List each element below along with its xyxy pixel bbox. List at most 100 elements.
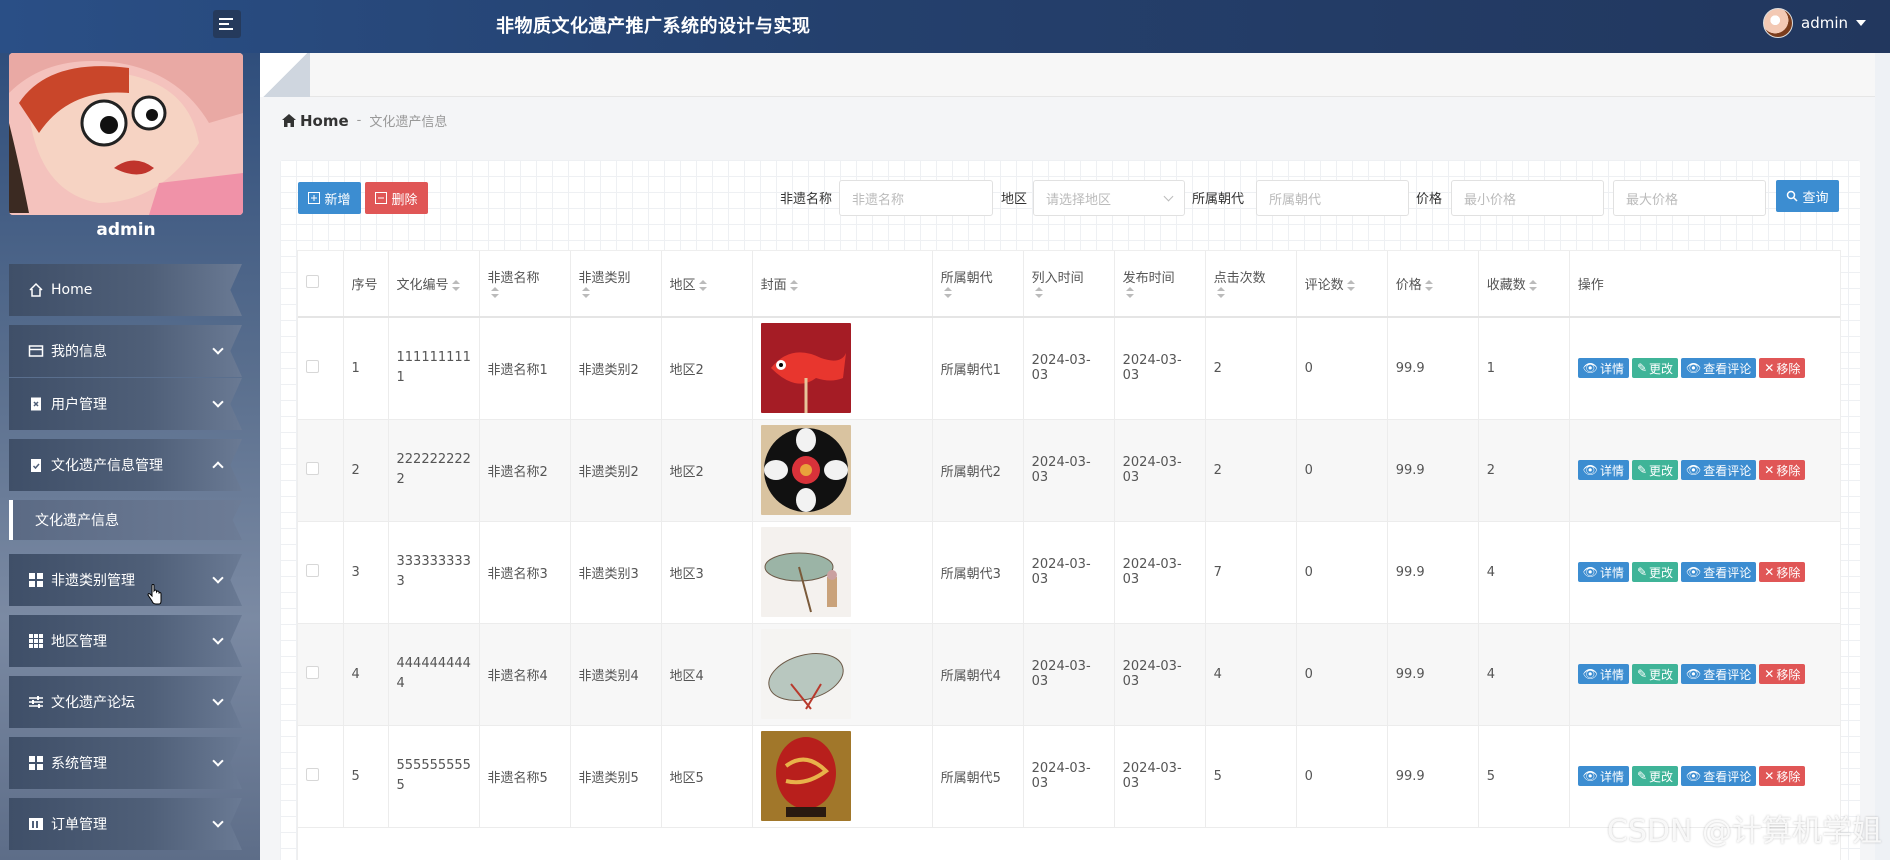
edit-button[interactable]: ✎ 更改 xyxy=(1631,766,1679,786)
breadcrumb-home[interactable]: Home xyxy=(282,112,349,130)
sort-icon[interactable] xyxy=(581,287,590,299)
sidebar-item-user-management[interactable]: 用户管理 xyxy=(9,378,242,430)
cell-dynasty: 所属朝代4 xyxy=(932,623,1024,726)
view-comments-button[interactable]: 👁 查看评论 xyxy=(1681,358,1757,379)
remove-button[interactable]: ✕ 移除 xyxy=(1759,460,1806,480)
view-comments-button[interactable]: 👁 查看评论 xyxy=(1681,766,1757,786)
cell-name: 非遗名称1 xyxy=(479,317,571,420)
sidebar-item-forum[interactable]: 文化遗产论坛 xyxy=(9,676,242,728)
name-filter-input[interactable]: 非遗名称 xyxy=(839,180,993,216)
col-favorites[interactable]: 收藏数 xyxy=(1478,251,1570,318)
sort-icon[interactable] xyxy=(943,287,952,299)
edit-button[interactable]: ✎ 更改 xyxy=(1631,358,1679,379)
home-icon xyxy=(282,114,296,127)
sort-icon[interactable] xyxy=(1346,279,1355,292)
edit-button[interactable]: ✎ 更改 xyxy=(1631,460,1679,480)
remove-button[interactable]: ✕ 移除 xyxy=(1759,358,1806,379)
cell-comments: 0 xyxy=(1296,521,1388,624)
eye-icon: 👁 xyxy=(1582,565,1598,579)
detail-button[interactable]: 👁 详情 xyxy=(1577,562,1629,582)
view-comments-button[interactable]: 👁 查看评论 xyxy=(1681,460,1757,480)
row-checkbox[interactable] xyxy=(306,461,319,475)
cell-region: 地区3 xyxy=(661,521,753,624)
search-toolbar: 新增 删除 非遗名称 非遗名称 地区 请选择地区 所属朝代 所属朝代 价格 最小… xyxy=(298,180,1848,216)
add-button[interactable]: 新增 xyxy=(298,182,361,214)
sidebar-subitem-label: 文化遗产信息 xyxy=(35,513,119,529)
cell-index: 4 xyxy=(343,623,389,726)
sort-icon[interactable] xyxy=(451,279,460,292)
max-price-input[interactable]: 最大价格 xyxy=(1613,180,1766,216)
mouse-cursor-icon xyxy=(147,584,163,610)
sort-icon[interactable] xyxy=(490,287,499,299)
remove-button[interactable]: ✕ 移除 xyxy=(1759,562,1806,582)
col-published[interactable]: 发布时间 xyxy=(1114,251,1206,318)
sort-icon[interactable] xyxy=(1034,287,1043,299)
cover-image xyxy=(760,731,851,821)
sort-icon[interactable] xyxy=(1216,287,1225,299)
col-name[interactable]: 非遗名称 xyxy=(479,251,571,318)
cell-favorites: 2 xyxy=(1478,419,1570,522)
remove-button[interactable]: ✕ 移除 xyxy=(1759,664,1806,684)
region-select[interactable]: 请选择地区 xyxy=(1033,180,1185,216)
col-comments[interactable]: 评论数 xyxy=(1296,251,1388,318)
sidebar-subitem-heritage-info[interactable]: 文化遗产信息 xyxy=(9,500,242,540)
col-listed[interactable]: 列入时间 xyxy=(1023,251,1115,318)
cell-clicks: 2 xyxy=(1205,419,1297,522)
eye-icon: 👁 xyxy=(1686,769,1702,783)
remove-button[interactable]: ✕ 移除 xyxy=(1759,766,1806,786)
user-menu[interactable]: admin xyxy=(1763,8,1866,38)
sort-icon[interactable] xyxy=(1424,279,1433,292)
sort-icon[interactable] xyxy=(1528,279,1537,292)
col-clicks[interactable]: 点击次数 xyxy=(1205,251,1297,318)
delete-button[interactable]: 删除 xyxy=(365,182,428,214)
detail-button[interactable]: 👁 详情 xyxy=(1577,766,1629,786)
menu-toggle-icon[interactable] xyxy=(213,10,241,38)
sort-icon[interactable] xyxy=(1125,287,1134,299)
cell-published: 2024-03-03 xyxy=(1114,317,1206,420)
sidebar: admin Home 我的信息 用户管理 文化遗产信息管理 文化遗产信息 非遗类… xyxy=(0,53,260,860)
cell-comments: 0 xyxy=(1296,725,1388,828)
row-select-cell xyxy=(298,419,344,522)
chevron-down-icon xyxy=(212,694,224,706)
dynasty-filter-input[interactable]: 所属朝代 xyxy=(1256,180,1409,216)
min-price-input[interactable]: 最小价格 xyxy=(1451,180,1604,216)
col-region[interactable]: 地区 xyxy=(661,251,753,318)
sidebar-item-region-management[interactable]: 地区管理 xyxy=(9,615,242,667)
cell-name: 非遗名称4 xyxy=(479,623,571,726)
sidebar-item-system-management[interactable]: 系统管理 xyxy=(9,737,242,789)
row-checkbox[interactable] xyxy=(306,563,319,577)
sidebar-item-home[interactable]: Home xyxy=(9,264,242,316)
sort-icon[interactable] xyxy=(789,279,798,292)
col-code[interactable]: 文化编号 xyxy=(388,251,480,318)
sort-icon[interactable] xyxy=(698,279,707,292)
col-price[interactable]: 价格 xyxy=(1387,251,1479,318)
sidebar-item-heritage-management[interactable]: 文化遗产信息管理 xyxy=(9,439,242,491)
sidebar-item-order-management[interactable]: 订单管理 xyxy=(9,798,242,850)
sidebar-item-my-info[interactable]: 我的信息 xyxy=(9,325,242,377)
row-checkbox[interactable] xyxy=(306,665,319,679)
detail-button[interactable]: 👁 详情 xyxy=(1577,358,1629,379)
detail-button[interactable]: 👁 详情 xyxy=(1577,460,1629,480)
query-button[interactable]: 查询 xyxy=(1776,180,1839,212)
row-checkbox[interactable] xyxy=(306,359,319,373)
col-cover[interactable]: 封面 xyxy=(752,251,933,318)
cell-code: 222222222 2 xyxy=(388,419,480,522)
cell-code: 444444444 4 xyxy=(388,623,480,726)
select-all-checkbox[interactable] xyxy=(306,275,319,288)
row-checkbox[interactable] xyxy=(306,767,319,781)
edit-icon: ✎ xyxy=(1636,463,1648,477)
dynasty-filter-label: 所属朝代 xyxy=(1192,192,1245,207)
row-select-cell xyxy=(298,725,344,828)
edit-button[interactable]: ✎ 更改 xyxy=(1631,562,1679,582)
chevron-down-icon xyxy=(212,755,224,767)
sidebar-item-category-management[interactable]: 非遗类别管理 xyxy=(9,554,242,606)
col-dynasty[interactable]: 所属朝代 xyxy=(932,251,1024,318)
view-comments-button[interactable]: 👁 查看评论 xyxy=(1681,562,1757,582)
cell-comments: 0 xyxy=(1296,419,1388,522)
detail-button[interactable]: 👁 详情 xyxy=(1577,664,1629,684)
edit-button[interactable]: ✎ 更改 xyxy=(1631,664,1679,684)
view-comments-button[interactable]: 👁 查看评论 xyxy=(1681,664,1757,684)
col-category[interactable]: 非遗类别 xyxy=(570,251,662,318)
table-row: 3 333333333 3 非遗名称3 非遗类别3 地区3 所属朝代3 2024-03-03 2… xyxy=(298,521,1840,624)
sidebar-item-label: 我的信息 xyxy=(51,344,107,360)
